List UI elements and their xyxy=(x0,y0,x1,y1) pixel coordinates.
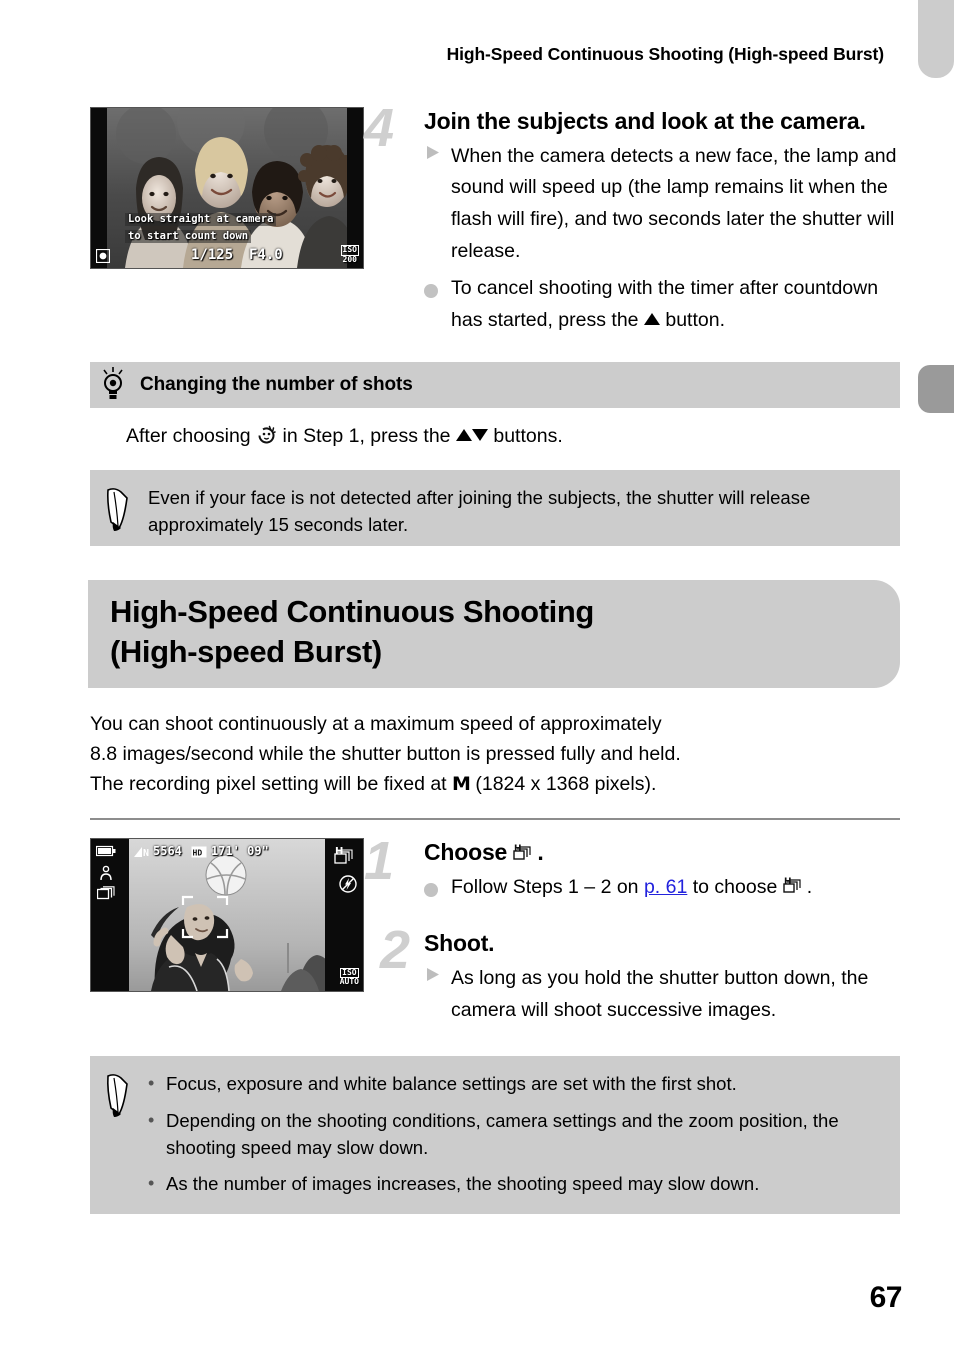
movie-quality-icon: HD xyxy=(191,846,207,858)
tip-body-before: After choosing xyxy=(126,425,257,448)
page-number: 67 xyxy=(869,1281,903,1314)
step-4-heading: Join the subjects and look at the camera… xyxy=(424,108,866,134)
drive-mode-icon xyxy=(97,885,115,899)
lcd-aperture: F4.0 xyxy=(249,247,283,263)
lcd-iso-badge: ISO 200 xyxy=(340,245,359,264)
tip-header-bar: Changing the number of shots xyxy=(90,362,900,409)
section-heading: High-Speed Continuous Shooting (High-spe… xyxy=(88,579,900,689)
chapter-tab-upper xyxy=(918,0,954,78)
metering-icon xyxy=(96,249,110,263)
lcd-shutter-speed: 1/125 xyxy=(191,247,234,263)
lcd-shots-remaining: 5564 xyxy=(153,843,182,858)
camera-lcd-face-selftimer: Look straight at camera to start count d… xyxy=(90,107,364,269)
high-speed-burst-icon: H xyxy=(513,843,537,867)
intro-line-3: The recording pixel setting will be fixe… xyxy=(90,770,900,800)
camera-lcd-burst-mode: N 5564 HD 171' 09" H ISO AUTO xyxy=(90,837,364,992)
note-bottom-bullet-2: • Depending on the shooting conditions, … xyxy=(148,1107,882,1162)
step-1-number: 1 xyxy=(364,830,394,891)
note-bottom-bullet-1-text: Focus, exposure and white balance settin… xyxy=(166,1073,737,1095)
lcd-iso-badge: ISO AUTO xyxy=(339,967,359,987)
step-4-bullet-1: When the camera detects a new face, the … xyxy=(424,141,900,267)
lcd-guidance-line-2: to start count down xyxy=(125,230,252,243)
tip-section: Changing the number of shots After choos… xyxy=(90,362,900,451)
step-1-bullet-text-after: . xyxy=(806,875,813,898)
down-arrow-button-icon xyxy=(471,429,488,442)
burst-mode-icon xyxy=(100,865,112,880)
steps-1-2-block: N 5564 HD 171' 09" H ISO AUTO 1 Choose H… xyxy=(90,834,900,1029)
step-1-bullet-text-before: Follow Steps 1 – 2 on xyxy=(451,875,644,898)
tip-body: After choosing in Step 1, press the butt… xyxy=(90,408,900,451)
tip-body-after: buttons. xyxy=(487,425,563,448)
step-1-figure: N 5564 HD 171' 09" H ISO AUTO xyxy=(90,837,364,992)
section-heading-line-1: High-Speed Continuous Shooting xyxy=(110,593,594,629)
dot-bullet-icon xyxy=(424,273,451,336)
step-2-bullet-text: As long as you hold the shutter button d… xyxy=(451,967,869,1021)
step-4-bullet-2: To cancel shooting with the timer after … xyxy=(424,273,900,336)
compression-fine-icon: N xyxy=(134,846,149,858)
small-bullet-icon: • xyxy=(148,1073,155,1094)
step-4-bullet-2-text-after: button. xyxy=(659,308,725,331)
svg-text:N: N xyxy=(143,848,149,858)
step-1-heading-after: . xyxy=(537,838,544,865)
medium-resolution-icon: M xyxy=(452,772,471,795)
triangle-right-icon xyxy=(424,141,451,267)
svg-text:HD: HD xyxy=(193,848,203,857)
step-1-heading-before: Choose xyxy=(424,838,514,865)
dot-bullet-icon xyxy=(424,872,451,908)
step-1-bullet-text-middle: to choose xyxy=(687,875,783,898)
lcd-photo-children xyxy=(91,108,363,268)
step-2-number: 2 xyxy=(380,920,410,981)
high-speed-burst-icon: H xyxy=(334,846,353,864)
triangle-right-icon xyxy=(424,963,451,1026)
lcd-guidance-line-1: Look straight at camera xyxy=(125,213,277,226)
step-4-figure: Look straight at camera to start count d… xyxy=(90,107,364,269)
lightbulb-icon xyxy=(100,366,126,405)
iso-value: AUTO xyxy=(339,977,359,987)
small-bullet-icon: • xyxy=(148,1109,155,1130)
note-bottom-bullet-3-text: As the number of images increases, the s… xyxy=(166,1173,760,1195)
chapter-tab-current xyxy=(918,365,954,413)
intro-line-1: You can shoot continuously at a maximum … xyxy=(90,713,662,736)
face-selftimer-icon xyxy=(256,425,277,450)
lcd-photo-volleyball xyxy=(91,838,363,991)
step-4-bullet-1-text: When the camera detects a new face, the … xyxy=(451,144,897,262)
iso-value: 200 xyxy=(342,254,357,264)
flash-off-icon xyxy=(339,874,357,893)
section-heading-line-2: (High-speed Burst) xyxy=(110,633,382,669)
note-top-content: Even if your face is not detected after … xyxy=(148,484,882,539)
intro-line-2: 8.8 images/second while the shutter butt… xyxy=(90,743,681,766)
battery-icon xyxy=(96,845,116,856)
step-4-text: 4 Join the subjects and look at the came… xyxy=(364,101,900,338)
up-arrow-button-icon xyxy=(455,429,472,442)
tip-body-middle: in Step 1, press the xyxy=(277,425,456,448)
note-bottom-bullet-1: • Focus, exposure and white balance sett… xyxy=(148,1070,882,1097)
note-top-text: Even if your face is not detected after … xyxy=(148,486,811,535)
step-2-wrapper: 2 Shoot. As long as you hold the shutter… xyxy=(380,923,900,1026)
steps-1-2-text: 1 Choose H. Follow Steps 1 – 2 on p. 61 … xyxy=(364,834,900,1029)
note-bottom-bullet-2-text: Depending on the shooting conditions, ca… xyxy=(166,1109,839,1158)
section-divider xyxy=(90,817,900,820)
step-2-bullet: As long as you hold the shutter button d… xyxy=(424,963,900,1026)
intro-line-3-before: The recording pixel setting will be fixe… xyxy=(90,772,453,795)
step-1-heading: Choose H. xyxy=(424,838,900,868)
note-box-top: Even if your face is not detected after … xyxy=(90,469,900,546)
pencil-note-icon xyxy=(102,1070,148,1123)
intro-line-3-after: (1824 x 1368 pixels). xyxy=(469,772,657,795)
intro-paragraph: You can shoot continuously at a maximum … xyxy=(90,710,900,799)
high-speed-burst-icon: H xyxy=(783,876,807,901)
pencil-note-icon xyxy=(102,484,148,537)
lcd-time-remaining: 171' 09" xyxy=(211,843,269,858)
up-arrow-button-icon xyxy=(643,312,660,325)
step-4-number: 4 xyxy=(364,98,394,158)
step-1-bullet: Follow Steps 1 – 2 on p. 61 to choose H. xyxy=(424,872,900,908)
step-4-block: Look straight at camera to start count d… xyxy=(90,101,900,338)
step-2-heading: Shoot. xyxy=(424,930,495,957)
note-box-bottom: • Focus, exposure and white balance sett… xyxy=(90,1056,900,1214)
small-bullet-icon: • xyxy=(148,1173,155,1194)
tip-title: Changing the number of shots xyxy=(140,374,413,396)
note-bottom-content: • Focus, exposure and white balance sett… xyxy=(148,1070,882,1198)
note-bottom-bullet-3: • As the number of images increases, the… xyxy=(148,1170,882,1197)
page-reference-link[interactable]: p. 61 xyxy=(644,876,687,898)
